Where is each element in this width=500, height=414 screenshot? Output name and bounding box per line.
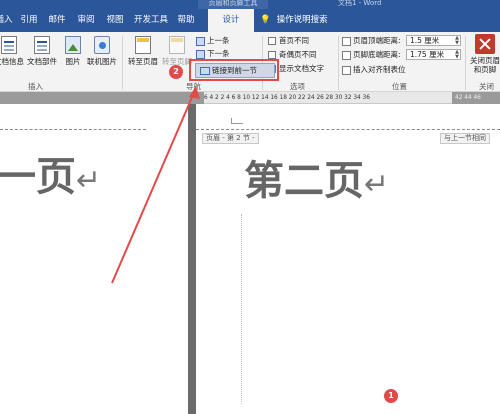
goto-header-button[interactable]: 转至页眉 — [126, 36, 160, 67]
footer-distance-label: 页脚底端距离: — [342, 50, 401, 60]
text-boundary-line — [241, 214, 242, 404]
document-parts-icon — [34, 36, 50, 54]
previous-icon — [196, 36, 205, 46]
ribbon-tabs: 插入 引用 邮件 审阅 视图 开发工具 帮助 设计 💡 操作说明搜索 — [0, 9, 500, 32]
tell-me-label: 操作说明搜索 — [276, 15, 328, 25]
next-button[interactable]: 下一条 — [196, 49, 230, 59]
close-icon — [475, 34, 495, 54]
online-picture-button[interactable]: 联机图片 — [86, 36, 118, 67]
page-1-text: 一页↵ — [0, 153, 102, 200]
footer-distance-icon — [342, 50, 351, 60]
align-tab-icon — [342, 65, 351, 75]
footer-distance-input[interactable]: 1.75 厘米 ▲ ▼ — [406, 49, 461, 60]
page-1[interactable]: 一页↵ — [0, 104, 188, 414]
lightbulb-icon: 💡 — [260, 15, 271, 25]
picture-icon — [65, 36, 81, 54]
close-header-footer-label: 关闭页眉和页脚 — [470, 56, 500, 74]
horizontal-ruler[interactable]: 6 4 2 2 4 6 8 10 12 14 16 18 20 22 24 26… — [0, 92, 500, 104]
tab-design[interactable]: 设计 — [208, 9, 254, 32]
document-info-label: 文档信息 — [0, 57, 24, 66]
header-distance-input[interactable]: 1.5 厘米 ▲ ▼ — [406, 35, 461, 46]
separator — [338, 36, 339, 90]
different-first-page-checkbox[interactable]: 首页不同 — [268, 36, 309, 46]
same-as-previous-tag: 与上一节相同 — [440, 133, 490, 144]
step-2-badge: 2 — [169, 65, 183, 79]
options-group-label: 选项 — [290, 82, 305, 91]
title-bar: 页眉和页脚工具 文档1 - Word — [0, 0, 500, 9]
tab-mailings[interactable]: 邮件 — [44, 9, 70, 32]
highlight-box — [189, 59, 279, 81]
ruler-numbers-right: 42 44 46 — [455, 95, 481, 101]
tab-insert[interactable]: 插入 — [0, 9, 16, 32]
checkbox-icon — [268, 51, 276, 59]
context-tab-title: 页眉和页脚工具 — [198, 0, 268, 9]
goto-header-icon — [135, 36, 151, 54]
close-group-label: 关闭 — [479, 82, 494, 91]
goto-header-label: 转至页眉 — [128, 57, 158, 66]
header-boundary — [0, 129, 146, 130]
page-2-text: 第二页↵ — [244, 157, 390, 204]
nav-group-label: 导航 — [186, 82, 201, 91]
insert-group-label: 插入 — [28, 82, 43, 91]
document-info-icon — [1, 36, 17, 54]
checkbox-icon — [268, 37, 276, 45]
tell-me-search[interactable]: 💡 操作说明搜索 — [260, 9, 328, 32]
tab-review[interactable]: 审阅 — [73, 9, 99, 32]
ruler-margin-left — [0, 92, 204, 104]
picture-button[interactable]: 图片 — [62, 36, 84, 67]
insert-align-tab-button[interactable]: 插入对齐制表位 — [342, 65, 406, 75]
position-group-label: 位置 — [392, 82, 407, 91]
page-gap — [188, 104, 196, 414]
document-parts-button[interactable]: 文档部件 — [26, 36, 58, 67]
close-header-footer-button[interactable]: 关闭页眉和页脚 — [466, 34, 500, 74]
next-icon — [196, 49, 205, 59]
tab-references[interactable]: 引用 — [16, 9, 42, 32]
ruler-numbers: 6 4 2 2 4 6 8 10 12 14 16 18 20 22 24 26… — [204, 95, 370, 101]
paragraph-mark: ↵ — [364, 167, 390, 202]
step-1-badge: 1 — [384, 389, 398, 403]
tab-developer[interactable]: 开发工具 — [131, 9, 171, 32]
document-info-button[interactable]: 文档信息 — [0, 36, 24, 67]
tab-help[interactable]: 帮助 — [173, 9, 199, 32]
online-picture-icon — [94, 36, 110, 54]
spinner-icon[interactable]: ▲ ▼ — [455, 36, 459, 46]
header-distance-icon — [342, 36, 351, 46]
tab-view[interactable]: 视图 — [102, 9, 128, 32]
paragraph-mark: ↵ — [76, 163, 102, 198]
picture-label: 图片 — [65, 57, 81, 66]
document-parts-label: 文档部件 — [27, 57, 57, 66]
header-boundary — [196, 129, 500, 130]
online-picture-label: 联机图片 — [87, 57, 117, 66]
previous-button[interactable]: 上一条 — [196, 36, 230, 46]
header-distance-label: 页眉顶端距离: — [342, 36, 401, 46]
document-title: 文档1 - Word — [338, 0, 382, 7]
goto-footer-icon — [169, 36, 185, 54]
margin-corner-mark — [231, 118, 243, 124]
spinner-icon[interactable]: ▲ ▼ — [455, 50, 459, 60]
header-section-tag: 页眉 - 第 2 节 - — [202, 133, 259, 144]
separator — [122, 36, 123, 90]
